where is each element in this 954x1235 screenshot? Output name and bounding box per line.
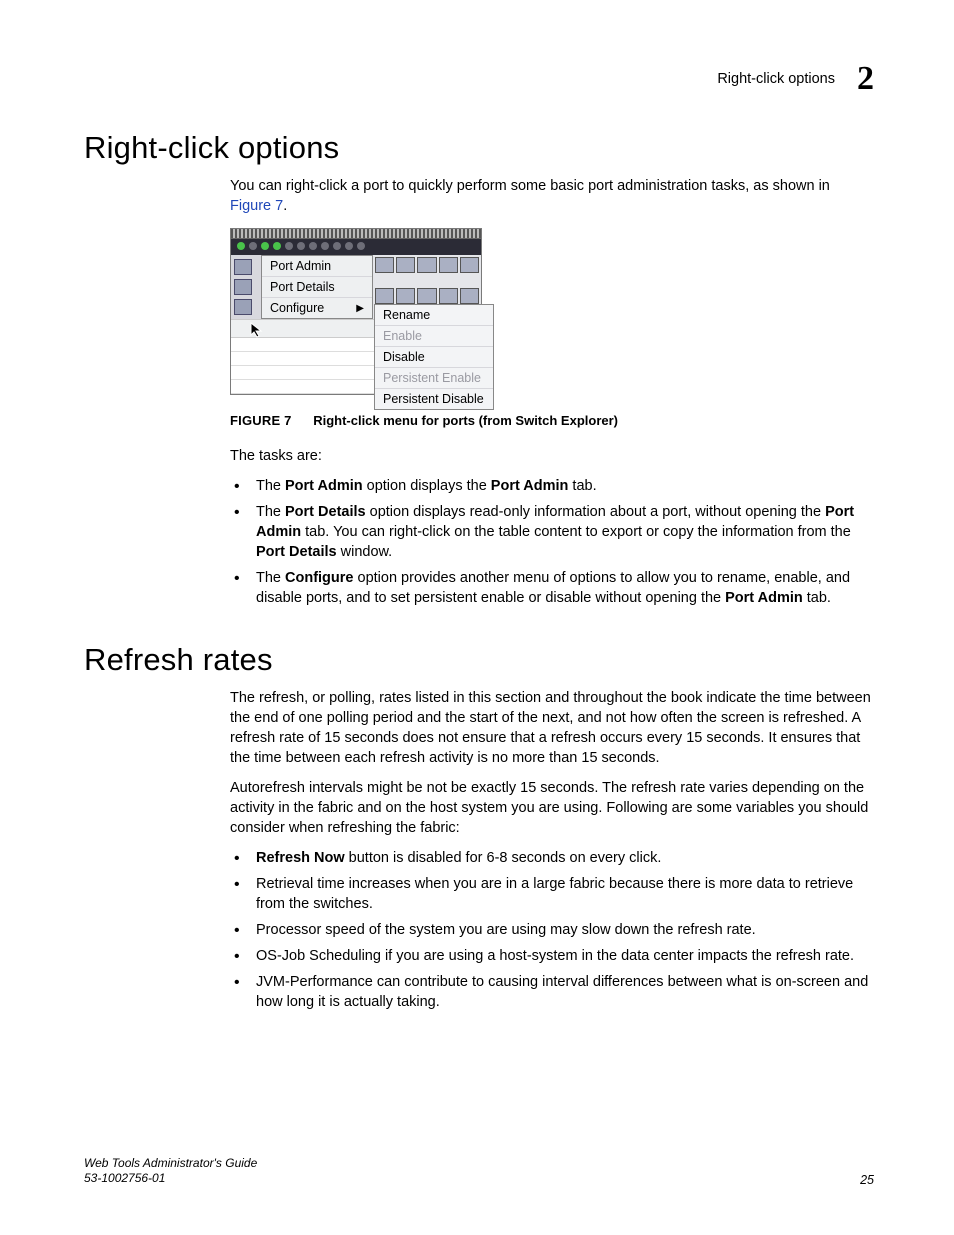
list-item: Refresh Now button is disabled for 6-8 s… [230, 848, 874, 868]
figure-7-link[interactable]: Figure 7 [230, 198, 283, 214]
submenu-item-disable[interactable]: Disable [375, 347, 493, 368]
bold-term: Port Admin [725, 590, 803, 606]
list-item: Processor speed of the system you are us… [230, 920, 874, 940]
list-item: The Port Admin option displays the Port … [230, 476, 874, 496]
bold-term: Port Details [256, 544, 337, 560]
refresh-variables-list: Refresh Now button is disabled for 6-8 s… [230, 848, 874, 1012]
menu-item-label: Port Details [270, 280, 335, 294]
intro-paragraph: You can right-click a port to quickly pe… [230, 176, 874, 216]
refresh-paragraph-2: Autorefresh intervals might be not be ex… [230, 778, 874, 838]
list-item: JVM-Performance can contribute to causin… [230, 972, 874, 1012]
submenu-item-rename[interactable]: Rename [375, 305, 493, 326]
list-item: The Port Details option displays read-on… [230, 502, 874, 562]
configure-submenu: Rename Enable Disable Persistent Enable … [374, 304, 494, 410]
menu-item-label: Configure [270, 301, 324, 315]
figure-label: FIGURE 7 [230, 413, 292, 428]
port-icon [234, 299, 252, 315]
bold-term: Port Admin [491, 478, 569, 494]
page-footer: Web Tools Administrator's Guide 53-10027… [84, 1156, 874, 1187]
tasks-intro: The tasks are: [230, 446, 874, 466]
refresh-paragraph-1: The refresh, or polling, rates listed in… [230, 688, 874, 768]
figure-caption: FIGURE 7 Right-click menu for ports (fro… [230, 413, 874, 428]
footer-page-number: 25 [860, 1173, 874, 1187]
list-item: The Configure option provides another me… [230, 568, 874, 608]
section-title-refresh-rates: Refresh rates [84, 642, 874, 678]
submenu-arrow-icon: ▶ [356, 303, 364, 314]
footer-doc-number: 53-1002756-01 [84, 1171, 257, 1187]
submenu-item-persistent-enable: Persistent Enable [375, 368, 493, 389]
intro-text-suffix: . [283, 198, 287, 214]
running-header-text: Right-click options [717, 71, 835, 87]
chapter-number: 2 [857, 62, 874, 96]
section-title-right-click-options: Right-click options [84, 130, 874, 166]
figure-caption-text: Right-click menu for ports (from Switch … [313, 413, 618, 428]
bold-term: Configure [285, 570, 353, 586]
context-menu: Port Admin Port Details Configure ▶ [261, 255, 373, 319]
port-icon [234, 259, 252, 275]
port-icon [375, 257, 394, 273]
tasks-list: The Port Admin option displays the Port … [230, 476, 874, 608]
menu-item-port-admin[interactable]: Port Admin [262, 256, 372, 277]
menu-item-port-details[interactable]: Port Details [262, 277, 372, 298]
submenu-item-enable: Enable [375, 326, 493, 347]
running-header: Right-click options 2 [717, 62, 874, 96]
bold-term: Port Details [285, 504, 366, 520]
menu-item-label: Port Admin [270, 259, 331, 273]
bold-term: Refresh Now [256, 850, 345, 866]
menu-item-configure[interactable]: Configure ▶ [262, 298, 372, 318]
bold-term: Port Admin [285, 478, 363, 494]
footer-book-title: Web Tools Administrator's Guide [84, 1156, 257, 1172]
port-icon [234, 279, 252, 295]
figure-7: Port Admin Port Details Configure ▶ [230, 228, 874, 428]
list-item: Retrieval time increases when you are in… [230, 874, 874, 914]
cursor-icon [249, 322, 265, 338]
list-item: OS-Job Scheduling if you are using a hos… [230, 946, 874, 966]
intro-text-prefix: You can right-click a port to quickly pe… [230, 178, 830, 194]
submenu-item-persistent-disable[interactable]: Persistent Disable [375, 389, 493, 409]
